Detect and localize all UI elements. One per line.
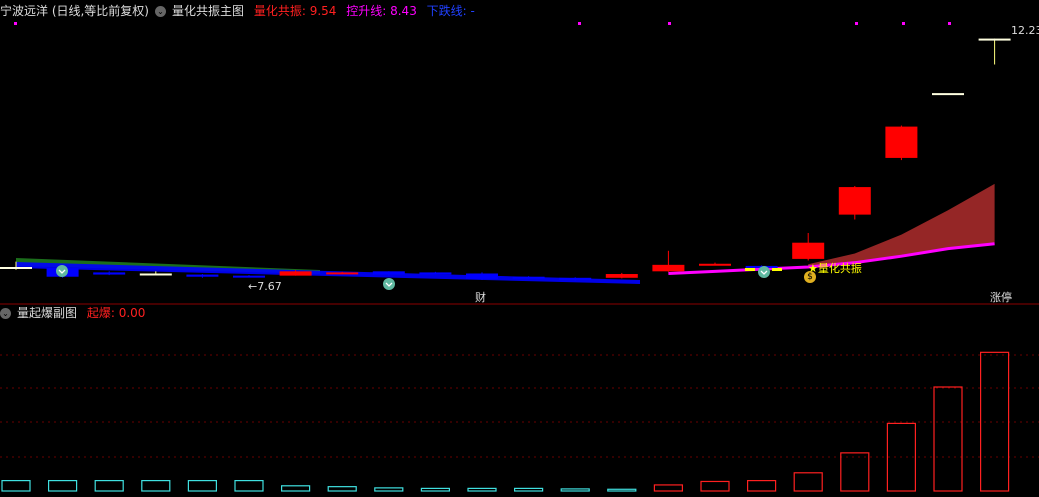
main-price-chart[interactable] [0,0,1039,305]
teal-signal-icon [758,266,770,278]
candle-body [652,264,685,272]
low-price-label: ←7.67 [248,280,282,293]
candle-body [93,272,126,275]
burst-bar [420,487,450,492]
volume-burst-chart[interactable] [0,305,1039,497]
burst-bar [234,480,264,492]
candle-body [838,187,871,215]
top-marker-dot [578,22,581,25]
burst-bar [793,472,823,492]
candle-body [559,277,592,280]
burst-bar [94,480,124,492]
burst-bar [560,488,590,492]
candle-body [139,273,172,276]
burst-bar [513,487,544,492]
candle-body [885,126,918,158]
candle-body [0,267,32,269]
burst-bar [187,480,217,492]
candle-body [233,275,265,278]
teal-signal-icon [383,278,395,290]
top-marker-dot [855,22,858,25]
candle-body [792,242,825,259]
burst-bar [700,480,730,492]
burst-bar [653,484,684,492]
candle-body [605,274,638,278]
candle-body [419,272,452,275]
limit-up-label: 涨停 [990,291,1012,304]
burst-bar [1,480,31,492]
candle-body [372,271,405,275]
top-marker-dot [668,22,671,25]
burst-bar [281,485,311,492]
coin-marker: $ [804,271,816,283]
candle-body [512,276,545,279]
signal-dash [745,268,755,271]
candle-body [466,273,498,279]
candle-body [978,38,1011,41]
burst-bar [746,480,777,492]
top-marker-dot [948,22,951,25]
burst-bar [607,488,637,492]
teal-signal-icon [56,265,68,277]
resonance-band [808,183,995,267]
burst-bar [933,386,963,492]
financial-marker: 财 [475,291,486,304]
candle-body [326,272,359,275]
top-marker-dot [902,22,905,25]
top-marker-dot [14,22,17,25]
burst-bar [467,487,497,492]
burst-bar [47,480,78,492]
burst-bar [141,480,171,492]
burst-bar [374,487,404,492]
candle-body [699,263,731,266]
candle-body [932,93,964,96]
candle-body [279,271,312,276]
candle-body [186,274,219,277]
burst-bar [327,486,357,492]
resonance-signal-label: ★量化共振 [808,262,862,275]
high-price-label: 12.23 [1011,24,1039,37]
signal-dash [772,268,782,271]
burst-bar [840,452,870,492]
